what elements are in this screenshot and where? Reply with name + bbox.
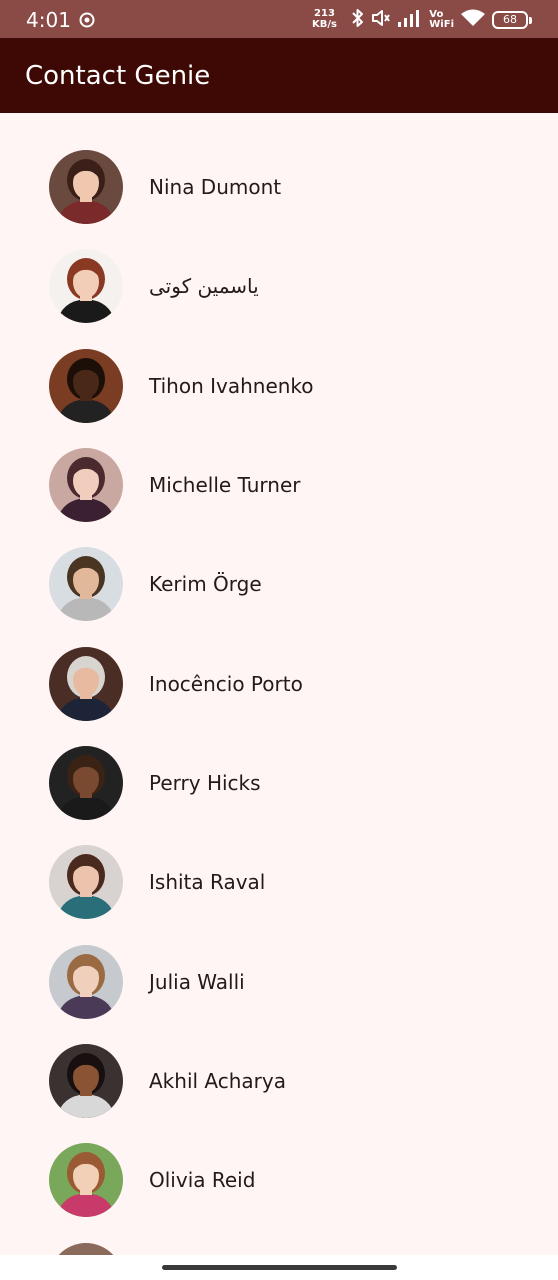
contact-list[interactable]: Nina Dumont ياسمين كوتی Tihon Ivahnenko … bbox=[0, 113, 558, 1255]
signal-icon bbox=[397, 8, 423, 32]
contact-item[interactable]: Kerim Örge bbox=[0, 510, 558, 621]
contact-item[interactable]: Akhil Acharya bbox=[0, 1007, 558, 1118]
contact-name: Perry Hicks bbox=[149, 771, 261, 795]
navigation-bar bbox=[0, 1255, 558, 1280]
contact-item[interactable]: ياسمين كوتی bbox=[0, 212, 558, 323]
contact-name: Akhil Acharya bbox=[149, 1069, 286, 1093]
contact-name: Michelle Turner bbox=[149, 473, 301, 497]
contact-name: Julia Walli bbox=[149, 970, 245, 994]
contact-name: Kerim Örge bbox=[149, 572, 262, 596]
contact-name: Nina Dumont bbox=[149, 175, 282, 199]
contact-item[interactable]: Tihon Ivahnenko bbox=[0, 312, 558, 423]
network-speed-unit: KB/s bbox=[312, 19, 337, 30]
vowifi-indicator: Vo WiFi bbox=[429, 10, 454, 30]
contact-item[interactable]: Inocêncio Porto bbox=[0, 610, 558, 721]
contact-item-partial[interactable] bbox=[0, 1206, 558, 1255]
wifi-icon bbox=[460, 8, 486, 32]
contact-avatar bbox=[49, 1243, 123, 1255]
contact-name: Inocêncio Porto bbox=[149, 672, 303, 696]
network-speed: 213 KB/s bbox=[312, 8, 337, 30]
network-speed-value: 213 bbox=[314, 8, 335, 19]
bluetooth-icon bbox=[351, 8, 365, 32]
contact-name: Olivia Reid bbox=[149, 1168, 256, 1192]
contact-item[interactable]: Julia Walli bbox=[0, 908, 558, 1019]
contact-item[interactable]: Olivia Reid bbox=[0, 1106, 558, 1217]
app-title: Contact Genie bbox=[25, 61, 211, 91]
contact-name: Ishita Raval bbox=[149, 870, 266, 894]
status-time: 4:01 bbox=[26, 8, 71, 32]
app-bar: Contact Genie bbox=[0, 38, 558, 113]
contact-item[interactable]: Perry Hicks bbox=[0, 709, 558, 820]
vowifi-bottom: WiFi bbox=[429, 19, 454, 30]
contact-item[interactable]: Nina Dumont bbox=[0, 113, 558, 224]
battery-level: 68 bbox=[503, 13, 517, 26]
notification-icon bbox=[79, 12, 95, 28]
contact-name: ياسمين كوتی bbox=[149, 274, 259, 298]
contact-name: Tihon Ivahnenko bbox=[149, 374, 314, 398]
battery-icon: 68 bbox=[492, 11, 532, 29]
mute-icon bbox=[371, 8, 391, 32]
contact-item[interactable]: Ishita Raval bbox=[0, 808, 558, 919]
contact-item[interactable]: Michelle Turner bbox=[0, 411, 558, 522]
home-indicator[interactable] bbox=[162, 1265, 397, 1270]
status-bar: 4:01 213 KB/s Vo WiFi 68 bbox=[0, 0, 558, 38]
status-icons: Vo WiFi 68 bbox=[351, 7, 532, 33]
